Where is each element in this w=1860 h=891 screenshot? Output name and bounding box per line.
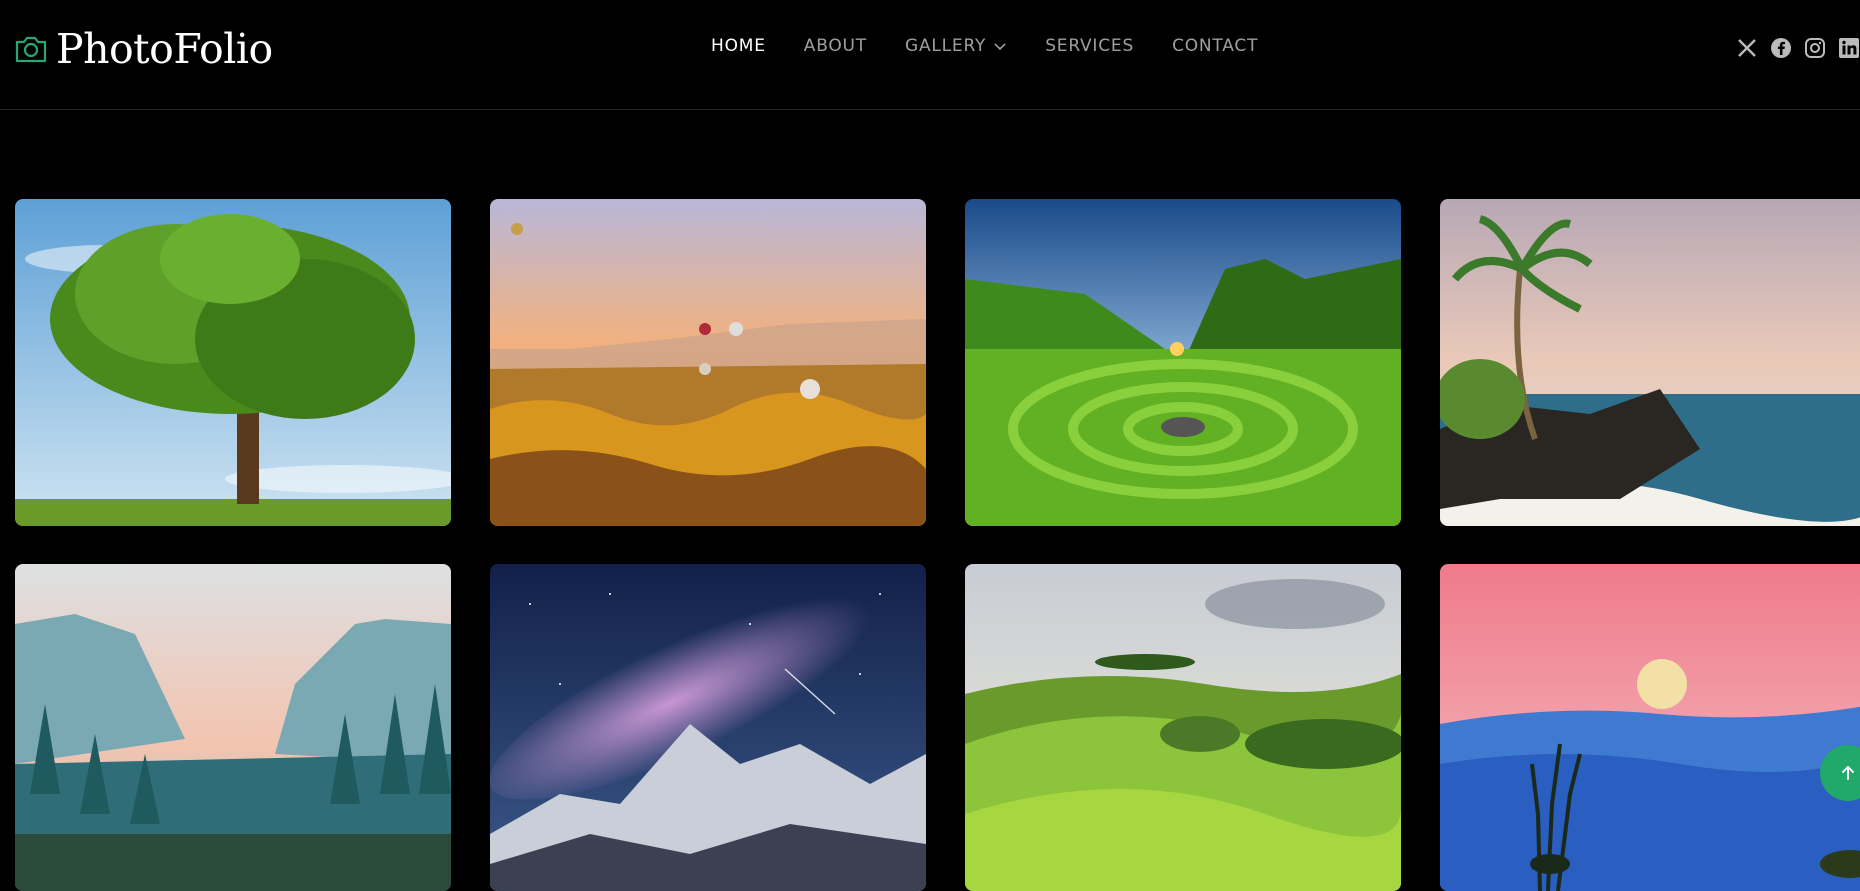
gallery-image-rolling-hills (965, 564, 1401, 891)
brand-name: PhotoFolio (56, 25, 273, 73)
linkedin-icon[interactable] (1838, 37, 1860, 59)
gallery-grid (15, 199, 1860, 891)
nav-contact-label: CONTACT (1172, 36, 1259, 56)
brand-logo[interactable]: PhotoFolio (14, 25, 273, 73)
main-nav: HOME ABOUT GALLERY SERVICES CONTACT (711, 36, 1258, 56)
nav-gallery[interactable]: GALLERY (905, 36, 1007, 56)
nav-home-label: HOME (711, 36, 766, 56)
gallery-item[interactable] (1440, 199, 1860, 526)
gallery-image-misty-pines (15, 564, 451, 891)
nav-gallery-label: GALLERY (904, 36, 987, 56)
gallery-image-palm-beach (1440, 199, 1860, 526)
nav-about[interactable]: ABOUT (804, 36, 867, 56)
facebook-icon[interactable] (1770, 37, 1792, 59)
gallery-item[interactable] (965, 199, 1401, 526)
nav-contact[interactable]: CONTACT (1172, 36, 1258, 56)
gallery-item[interactable] (15, 564, 451, 891)
camera-icon (15, 36, 47, 63)
instagram-icon[interactable] (1804, 37, 1826, 59)
x-icon[interactable] (1736, 37, 1758, 59)
gallery-item[interactable] (1440, 564, 1860, 891)
gallery-item[interactable] (490, 564, 926, 891)
chevron-down-icon (994, 43, 1006, 51)
nav-home[interactable]: HOME (711, 36, 766, 56)
site-header: PhotoFolio HOME ABOUT GALLERY SERVICES C… (0, 0, 1860, 110)
nav-services-label: SERVICES (1045, 36, 1135, 56)
gallery-image-spiral-valley (965, 199, 1401, 526)
gallery-image-balloons-canyon (490, 199, 926, 526)
nav-services[interactable]: SERVICES (1045, 36, 1134, 56)
gallery-image-milky-way (490, 564, 926, 891)
nav-about-label: ABOUT (803, 36, 867, 56)
gallery-image-lone-tree (15, 199, 451, 526)
social-links (1724, 37, 1860, 59)
gallery-image-full-moon (1440, 564, 1860, 891)
gallery-item[interactable] (965, 564, 1401, 891)
arrow-up-icon (1842, 766, 1854, 780)
gallery-item[interactable] (15, 199, 451, 526)
gallery-item[interactable] (490, 199, 926, 526)
